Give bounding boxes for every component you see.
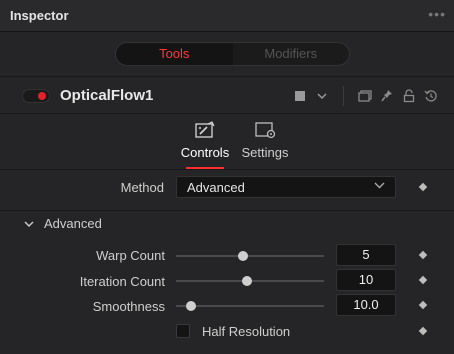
- iteration-count-slider-knob[interactable]: [242, 276, 253, 286]
- method-keyframe-diamond[interactable]: [418, 182, 428, 192]
- panel-tabs: Controls Settings: [0, 114, 454, 170]
- active-tab-indicator: [186, 167, 224, 169]
- inspector-title: Inspector: [10, 8, 69, 23]
- iteration-count-keyframe-diamond[interactable]: [418, 275, 428, 285]
- section-advanced[interactable]: Advanced: [0, 210, 454, 236]
- half-resolution-label: Half Resolution: [202, 324, 291, 339]
- warp-count-keyframe-diamond[interactable]: [418, 250, 428, 260]
- pin-icon[interactable]: [376, 86, 398, 106]
- param-label: Smoothness: [92, 299, 165, 314]
- more-options-icon[interactable]: •••: [428, 6, 446, 22]
- smoothness-input[interactable]: 10.0: [336, 294, 396, 316]
- smoothness-keyframe-diamond[interactable]: [418, 300, 428, 310]
- method-label: Method: [120, 180, 164, 195]
- tool-enable-toggle[interactable]: [22, 89, 50, 103]
- method-dropdown[interactable]: Advanced: [176, 176, 396, 198]
- tool-header: OpticalFlow1: [0, 76, 454, 114]
- inspector-titlebar: Inspector •••: [0, 0, 454, 32]
- warp-count-slider-knob[interactable]: [237, 251, 248, 261]
- tab-settings[interactable]: Settings: [230, 120, 300, 160]
- chevron-down-icon: [374, 180, 385, 192]
- settings-icon: [230, 120, 300, 142]
- smoothness-slider-knob[interactable]: [185, 301, 196, 311]
- half-resolution-checkbox[interactable]: [176, 324, 190, 338]
- mode-switcher: Tools Modifiers: [115, 42, 350, 66]
- warp-count-slider-track[interactable]: [176, 255, 324, 257]
- param-label: Iteration Count: [79, 274, 165, 289]
- inspector-panel: Inspector ••• Tools Modifiers OpticalFlo…: [0, 0, 454, 354]
- chevron-down-icon: [24, 217, 34, 231]
- method-value: Advanced: [187, 180, 245, 195]
- lock-icon[interactable]: [398, 86, 420, 106]
- reset-icon[interactable]: [420, 86, 442, 106]
- color-swatch-icon[interactable]: [289, 86, 311, 106]
- chevron-down-icon[interactable]: [311, 86, 333, 106]
- tab-tools[interactable]: Tools: [116, 43, 233, 65]
- half-resolution-keyframe-diamond[interactable]: [418, 326, 428, 336]
- tab-modifiers[interactable]: Modifiers: [233, 43, 350, 65]
- iteration-count-input[interactable]: 10: [336, 269, 396, 291]
- smoothness-slider-track[interactable]: [176, 305, 324, 307]
- section-advanced-label: Advanced: [44, 216, 102, 231]
- tool-header-icons: [289, 86, 442, 106]
- tab-settings-label: Settings: [241, 145, 289, 160]
- tool-name: OpticalFlow1: [60, 87, 154, 104]
- param-label: Warp Count: [96, 248, 165, 263]
- versions-icon[interactable]: [354, 86, 376, 106]
- warp-count-input[interactable]: 5: [336, 244, 396, 266]
- toggle-indicator: [38, 92, 46, 100]
